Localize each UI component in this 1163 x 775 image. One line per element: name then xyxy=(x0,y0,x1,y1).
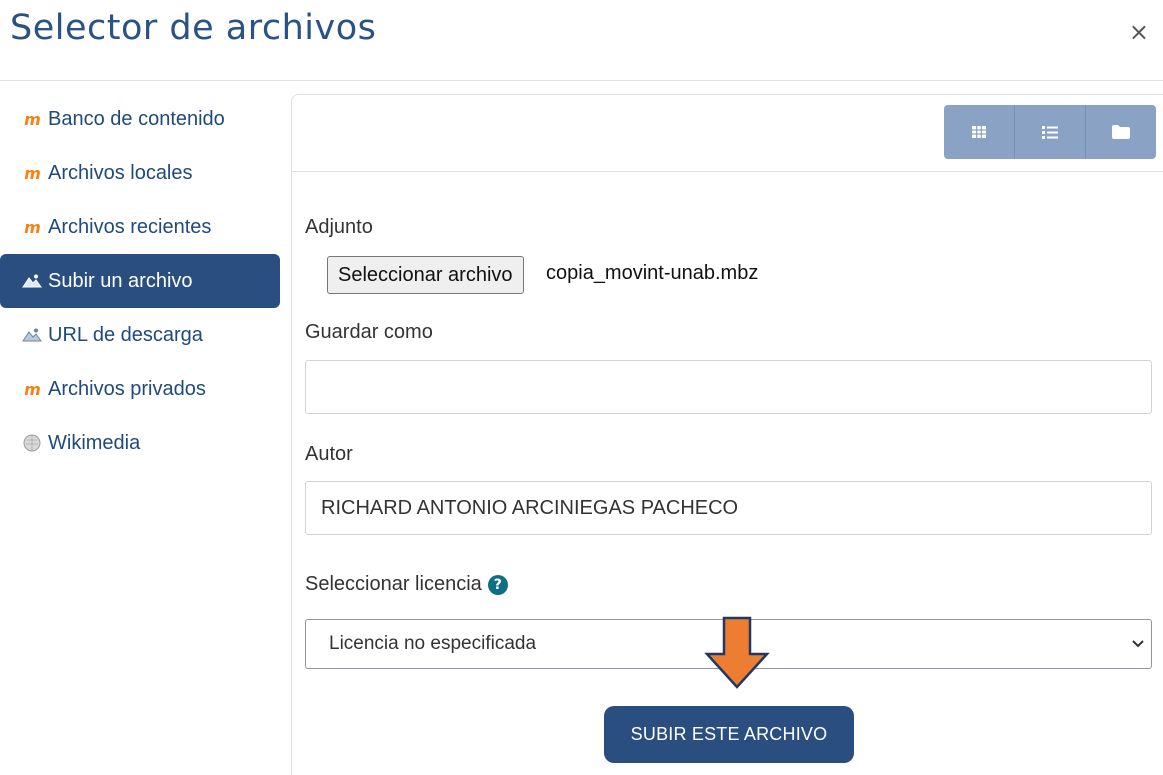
moodle-icon: m xyxy=(24,163,41,183)
sidebar-item-label: Archivos locales xyxy=(48,161,193,184)
sidebar-item-label: URL de descarga xyxy=(48,323,203,346)
sidebar-item-label: Subir un archivo xyxy=(48,269,193,292)
grid-view-button[interactable] xyxy=(944,105,1015,159)
grid-view-icon xyxy=(972,126,986,138)
chevron-down-icon xyxy=(1132,640,1144,648)
license-label: Seleccionar licencia xyxy=(305,573,482,595)
moodle-icon: m xyxy=(24,109,41,129)
license-label-row: Seleccionar licencia? xyxy=(305,573,508,596)
folder-view-button[interactable] xyxy=(1086,105,1156,159)
sidebar-item-url-de-descarga[interactable]: URL de descarga xyxy=(0,308,282,362)
author-input[interactable] xyxy=(305,481,1152,535)
view-toolbar xyxy=(292,95,1163,172)
dialog-title: Selector de archivos xyxy=(10,8,377,48)
select-file-button[interactable]: Seleccionar archivo xyxy=(327,256,524,294)
upload-icon xyxy=(22,271,42,291)
repository-sidebar: m Banco de contenido m Archivos locales … xyxy=(0,92,282,470)
chosen-file-name: copia_movint-unab.mbz xyxy=(546,262,759,284)
wikimedia-globe-icon xyxy=(22,433,42,453)
sidebar-item-subir-un-archivo[interactable]: Subir un archivo xyxy=(0,254,280,308)
author-label: Autor xyxy=(305,443,353,465)
license-selected-value: Licencia no especificada xyxy=(329,633,537,654)
sidebar-item-banco-de-contenido[interactable]: m Banco de contenido xyxy=(0,92,282,146)
sidebar-item-label: Banco de contenido xyxy=(48,107,225,130)
list-view-button[interactable] xyxy=(1015,105,1086,159)
sidebar-item-archivos-locales[interactable]: m Archivos locales xyxy=(0,146,282,200)
sidebar-item-wikimedia[interactable]: Wikimedia xyxy=(0,416,282,470)
view-mode-group xyxy=(944,105,1156,159)
list-view-icon xyxy=(1042,125,1058,139)
close-icon[interactable]: × xyxy=(1129,18,1149,46)
download-url-icon xyxy=(22,325,42,345)
help-icon[interactable]: ? xyxy=(487,574,508,595)
sidebar-item-label: Wikimedia xyxy=(48,431,141,454)
upload-this-file-button[interactable]: SUBIR ESTE ARCHIVO xyxy=(604,706,854,763)
sidebar-item-archivos-privados[interactable]: m Archivos privados xyxy=(0,362,282,416)
attachment-label: Adjunto xyxy=(305,216,373,238)
sidebar-item-archivos-recientes[interactable]: m Archivos recientes xyxy=(0,200,282,254)
sidebar-item-label: Archivos recientes xyxy=(48,215,212,238)
save-as-input[interactable] xyxy=(305,360,1152,414)
dialog-header: Selector de archivos × xyxy=(0,0,1163,81)
sidebar-item-label: Archivos privados xyxy=(48,377,206,400)
annotation-arrow-icon xyxy=(704,616,770,689)
save-as-label: Guardar como xyxy=(305,321,433,343)
moodle-icon: m xyxy=(24,217,41,237)
folder-view-icon xyxy=(1112,125,1130,139)
moodle-icon: m xyxy=(24,379,41,399)
